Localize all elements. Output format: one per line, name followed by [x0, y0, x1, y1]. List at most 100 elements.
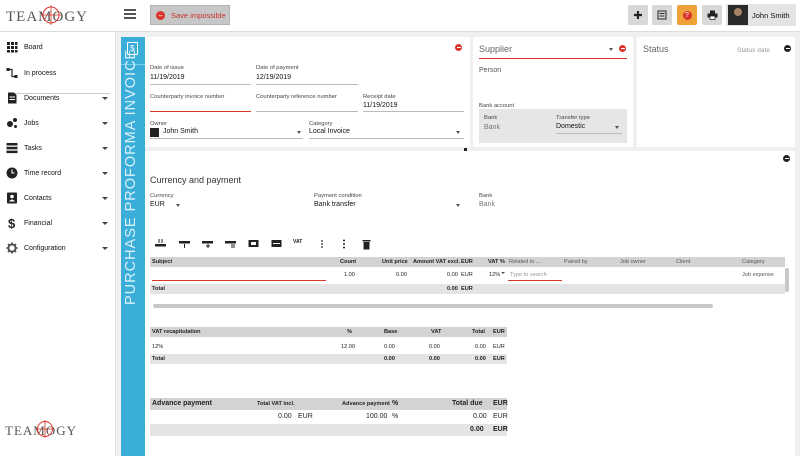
image-row-icon[interactable]: [248, 239, 260, 249]
chevron-down-icon[interactable]: [615, 126, 619, 129]
print-button[interactable]: [702, 5, 722, 25]
column-header: Unit price: [382, 259, 408, 265]
counterparty-invoice-field[interactable]: [150, 111, 251, 112]
vat-total: 0.00: [475, 344, 486, 350]
user-menu[interactable]: John Smith: [726, 4, 796, 26]
vertical-scrollbar[interactable]: [785, 268, 789, 292]
chevron-down-icon[interactable]: [456, 131, 460, 134]
column-header: EUR: [461, 259, 473, 265]
sidebar-item-configuration[interactable]: Configuration: [0, 238, 116, 258]
chevron-down-icon[interactable]: [456, 204, 460, 207]
total-due: 0.00: [473, 413, 487, 420]
payment-condition-select[interactable]: Bank transfer: [314, 201, 356, 208]
sidebar-item-time-record[interactable]: Time record: [0, 163, 116, 183]
column-header: Advance payment: [152, 400, 212, 407]
currency-label: Currency: [150, 193, 174, 199]
chevron-down-icon[interactable]: [609, 48, 613, 51]
remove-icon[interactable]: [783, 155, 790, 162]
column-header: Total VAT incl.: [257, 401, 295, 407]
sidebar-item-label: Board: [24, 43, 43, 51]
help-icon: ?: [682, 10, 692, 20]
advance-percent-input[interactable]: 100.00: [366, 413, 387, 420]
sidebar-item-board[interactable]: Board: [0, 37, 116, 57]
total-vat-incl: 0.00: [278, 413, 292, 420]
help-button[interactable]: ?: [677, 5, 697, 25]
chevron-down-icon[interactable]: [501, 272, 505, 274]
more-vertical-icon[interactable]: [320, 239, 324, 249]
chevron-down-icon: [102, 246, 108, 250]
vat-button[interactable]: VAT: [293, 239, 302, 247]
remove-icon[interactable]: [619, 45, 626, 52]
transfer-type-select[interactable]: Domestic: [556, 123, 585, 130]
owner-select[interactable]: John Smith: [163, 128, 198, 135]
add-row-icon[interactable]: [202, 239, 214, 249]
sidebar-item-jobs[interactable]: Jobs: [0, 113, 116, 133]
trash-icon[interactable]: [362, 239, 372, 250]
table-row[interactable]: 1.00 0.00 0.00 EUR 12% Type to search Jo…: [150, 269, 785, 281]
receipt-date-field[interactable]: 11/19/2019: [363, 102, 398, 109]
bank-field[interactable]: Bank: [479, 201, 495, 208]
vat-percent: 12.00: [341, 344, 355, 350]
plus-icon: ✚: [633, 9, 643, 22]
sidebar-item-label: In process: [24, 69, 57, 77]
total-currency: EUR: [461, 286, 473, 292]
minus-icon: –: [156, 10, 165, 20]
add-button[interactable]: ✚: [628, 5, 648, 25]
teamogy-logo[interactable]: TEAMOGY: [5, 3, 91, 29]
jobs-icon: [7, 118, 17, 128]
add-row-below-icon[interactable]: [179, 239, 191, 249]
category-select[interactable]: Local Invoice: [309, 128, 350, 135]
more-vertical-icon[interactable]: [342, 239, 346, 249]
sidebar-item-label: Tasks: [24, 144, 42, 152]
vat-table-header: VAT recapitulation % Base VAT Total EUR: [150, 327, 507, 337]
person-field[interactable]: Person: [479, 67, 501, 74]
notes-button[interactable]: [652, 5, 672, 25]
vat-currency: EUR: [493, 344, 505, 350]
total-currency: EUR: [493, 356, 505, 362]
status-date-field[interactable]: Status date: [737, 47, 770, 54]
gear-icon: [6, 242, 18, 254]
avatar: [728, 5, 748, 25]
text-row-icon[interactable]: [271, 239, 283, 249]
horizontal-scrollbar[interactable]: [153, 304, 713, 308]
menu-toggle-icon[interactable]: [124, 9, 136, 19]
vat-select[interactable]: 12%: [489, 272, 500, 278]
related-search-input[interactable]: Type to search: [510, 272, 547, 278]
amount-cell[interactable]: 0.00: [447, 272, 458, 278]
count-cell[interactable]: 1.00: [344, 272, 355, 278]
top-bar: TEAMOGY – Save impossible ✚ ? John Smith: [0, 0, 800, 32]
chevron-down-icon[interactable]: [297, 131, 301, 134]
sidebar-item-in-process[interactable]: In process: [0, 63, 116, 83]
supplier-select[interactable]: Supplier: [479, 44, 512, 54]
unit-price-cell[interactable]: 0.00: [396, 272, 407, 278]
counterparty-reference-field[interactable]: [256, 111, 358, 112]
category-cell[interactable]: Job expense: [742, 272, 774, 278]
advance-total-amount: 0.00: [470, 426, 484, 433]
remove-icon[interactable]: [784, 45, 791, 52]
document-header-panel: Date of issue 11/19/2019 Date of payment…: [145, 37, 470, 147]
chevron-down-icon[interactable]: [176, 204, 180, 207]
sidebar-item-contacts[interactable]: Contacts: [0, 188, 116, 208]
remove-icon[interactable]: [455, 44, 462, 51]
column-header: Advance payment: [342, 401, 390, 407]
date-of-payment-field[interactable]: 12/19/2019: [256, 74, 291, 81]
column-header: EUR: [493, 400, 508, 407]
column-header: Related to ...: [509, 259, 541, 265]
subject-field[interactable]: [152, 280, 326, 281]
category-label: Category: [309, 121, 333, 127]
save-button[interactable]: – Save impossible: [150, 5, 230, 25]
sidebar-item-label: Jobs: [24, 119, 39, 127]
sidebar-item-label: Financial: [24, 219, 53, 227]
sidebar: Board In process Documents Jobs Tasks Ti…: [0, 32, 116, 456]
column-header: Total due: [452, 400, 483, 407]
bank-field[interactable]: Bank: [484, 124, 500, 131]
sidebar-item-financial[interactable]: $ Financial: [0, 213, 116, 233]
date-of-issue-field[interactable]: 11/19/2019: [150, 74, 185, 81]
column-header: Total: [472, 329, 485, 335]
column-header: VAT %: [488, 259, 505, 265]
currency-select[interactable]: EUR: [150, 201, 165, 208]
sidebar-item-documents[interactable]: Documents: [0, 88, 116, 108]
sidebar-item-tasks[interactable]: Tasks: [0, 138, 116, 158]
insert-row-icon[interactable]: [225, 239, 237, 249]
add-row-above-icon[interactable]: [155, 239, 167, 249]
